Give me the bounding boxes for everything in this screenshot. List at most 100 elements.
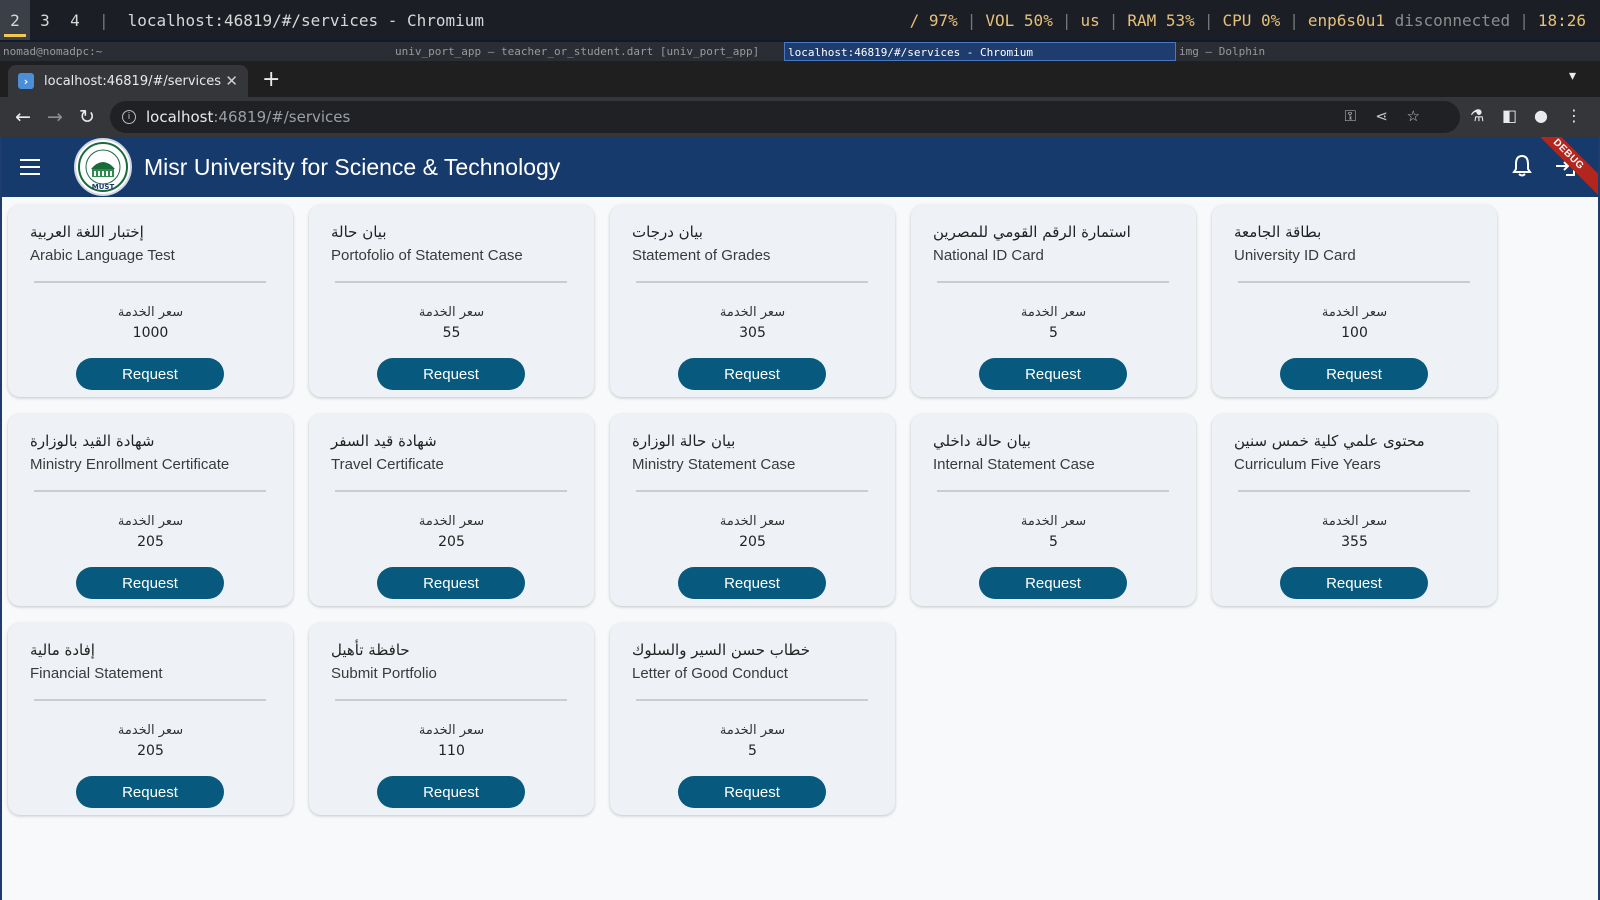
tab-search-chevron-icon[interactable]: ▾: [1569, 68, 1576, 84]
service-price-label: سعر الخدمة: [719, 514, 786, 529]
battery-status: / 97%: [909, 10, 958, 30]
network-interface: enp6s0u1: [1307, 10, 1385, 30]
service-name-english: Ministry Enrollment Certificate: [30, 456, 230, 473]
divider: [34, 490, 266, 492]
divider: [636, 699, 868, 701]
request-button[interactable]: Request: [76, 358, 224, 390]
hamburger-menu-icon[interactable]: [2, 139, 58, 195]
forward-arrow-icon[interactable]: →: [42, 104, 68, 130]
request-button[interactable]: Request: [678, 358, 826, 390]
request-button[interactable]: Request: [377, 358, 525, 390]
reload-icon[interactable]: ↻: [74, 104, 100, 130]
system-status-bar: 2 3 4 | localhost:46819/#/services - Chr…: [0, 0, 1600, 40]
window-tab[interactable]: nomad@nomadpc:~: [0, 42, 392, 61]
service-price-label: سعر الخدمة: [418, 514, 485, 529]
divider: [1238, 490, 1470, 492]
service-name-english: Ministry Statement Case: [632, 456, 796, 473]
service-name-arabic: استمارة الرقم القومي للمصرين: [933, 223, 1131, 241]
back-arrow-icon[interactable]: ←: [10, 104, 36, 130]
divider: [34, 699, 266, 701]
university-logo: MUST: [74, 138, 132, 196]
more-menu-icon[interactable]: ⋮: [1566, 106, 1582, 125]
divider: [34, 281, 266, 283]
divider: [1238, 281, 1470, 283]
request-button[interactable]: Request: [76, 567, 224, 599]
browser-toolbar: ← → ↻ i localhost:46819/#/services ⚿ ⋖ ☆…: [0, 97, 1600, 137]
divider: [636, 490, 868, 492]
app-bar: MUST Misr University for Science & Techn…: [2, 137, 1598, 197]
address-bar[interactable]: i localhost:46819/#/services ⚿ ⋖ ☆: [110, 101, 1460, 133]
service-card: شهادة القيد بالوزارة Ministry Enrollment …: [8, 414, 293, 606]
side-panel-icon[interactable]: ◧: [1502, 106, 1517, 125]
service-price: 305: [739, 325, 766, 341]
window-tabs: nomad@nomadpc:~ univ_port_app – teacher_…: [0, 42, 1600, 61]
service-name-arabic: بيان درجات: [632, 223, 703, 241]
service-name-english: Submit Portfolio: [331, 665, 437, 682]
service-card: بيان درجات Statement of Grades سعر الخدمة 3…: [610, 205, 895, 397]
service-card: بيان حالة داخلي Internal Statement Case سع…: [911, 414, 1196, 606]
service-price: 110: [438, 743, 465, 759]
workspace-label: 4: [70, 10, 80, 30]
profile-icon[interactable]: ●: [1534, 106, 1548, 125]
service-price: 5: [748, 743, 757, 759]
site-info-icon[interactable]: i: [122, 110, 136, 124]
divider: [335, 490, 567, 492]
divider: [937, 281, 1169, 283]
request-button[interactable]: Request: [1280, 358, 1428, 390]
url-path: :46819/#/services: [213, 108, 351, 126]
request-button[interactable]: Request: [76, 776, 224, 808]
service-price: 1000: [132, 325, 169, 341]
service-name-arabic: بيان حالة داخلي: [933, 432, 1031, 450]
divider: [335, 699, 567, 701]
service-card: استمارة الرقم القومي للمصرين National ID …: [911, 205, 1196, 397]
new-tab-button[interactable]: +: [262, 67, 280, 92]
service-name-arabic: إختبار اللغة العربية: [30, 223, 144, 241]
flutter-favicon-icon: ›: [18, 73, 34, 89]
workspace-label: 2: [10, 10, 20, 30]
request-button[interactable]: Request: [377, 776, 525, 808]
browser-tab[interactable]: › localhost:46819/#/services ✕: [8, 65, 248, 97]
service-card: بيان حالة Portofolio of Statement Case سعر…: [309, 205, 594, 397]
request-button[interactable]: Request: [377, 567, 525, 599]
service-price-label: سعر الخدمة: [719, 305, 786, 320]
url-host: localhost: [146, 108, 214, 126]
volume-status: VOL 50%: [985, 10, 1053, 30]
separator: |: [99, 10, 109, 30]
service-name-english: National ID Card: [933, 247, 1044, 264]
service-card: محتوى علمي كلية خمس سنين Curriculum Five …: [1212, 414, 1497, 606]
window-tab-active[interactable]: localhost:46819/#/services - Chromium: [784, 42, 1176, 61]
workspace-button[interactable]: 2: [0, 0, 30, 40]
service-price-label: سعر الخدمة: [117, 305, 184, 320]
service-name-english: Internal Statement Case: [933, 456, 1095, 473]
service-card: شهادة قيد السفر Travel Certificate سعر الخ…: [309, 414, 594, 606]
cpu-status: CPU 0%: [1222, 10, 1281, 30]
service-price: 5: [1049, 534, 1058, 550]
service-name-arabic: بيان حالة الوزارة: [632, 432, 736, 450]
share-icon[interactable]: ⋖: [1375, 107, 1388, 125]
divider: [937, 490, 1169, 492]
key-icon[interactable]: ⚿: [1345, 107, 1356, 125]
request-button[interactable]: Request: [1280, 567, 1428, 599]
workspace-button[interactable]: 3: [30, 0, 60, 40]
keyboard-layout: us: [1080, 10, 1100, 30]
service-price-label: سعر الخدمة: [418, 305, 485, 320]
service-name-english: Statement of Grades: [632, 247, 771, 264]
notification-bell-icon[interactable]: [1512, 154, 1532, 181]
service-card: إختبار اللغة العربية Arabic Language Test…: [8, 205, 293, 397]
request-button[interactable]: Request: [678, 776, 826, 808]
request-button[interactable]: Request: [979, 358, 1127, 390]
service-price: 205: [739, 534, 766, 550]
divider: [335, 281, 567, 283]
window-tab[interactable]: img – Dolphin: [1176, 42, 1600, 61]
workspace-button[interactable]: 4: [60, 0, 90, 40]
service-price-label: سعر الخدمة: [719, 723, 786, 738]
labs-flask-icon[interactable]: ⚗: [1470, 106, 1484, 125]
bookmark-star-icon[interactable]: ☆: [1407, 107, 1420, 125]
request-button[interactable]: Request: [678, 567, 826, 599]
request-button[interactable]: Request: [979, 567, 1127, 599]
service-name-english: University ID Card: [1234, 247, 1356, 264]
window-tab[interactable]: univ_port_app – teacher_or_student.dart …: [392, 42, 784, 61]
service-price-label: سعر الخدمة: [1321, 514, 1388, 529]
service-price: 205: [137, 743, 164, 759]
close-tab-icon[interactable]: ✕: [225, 72, 238, 90]
